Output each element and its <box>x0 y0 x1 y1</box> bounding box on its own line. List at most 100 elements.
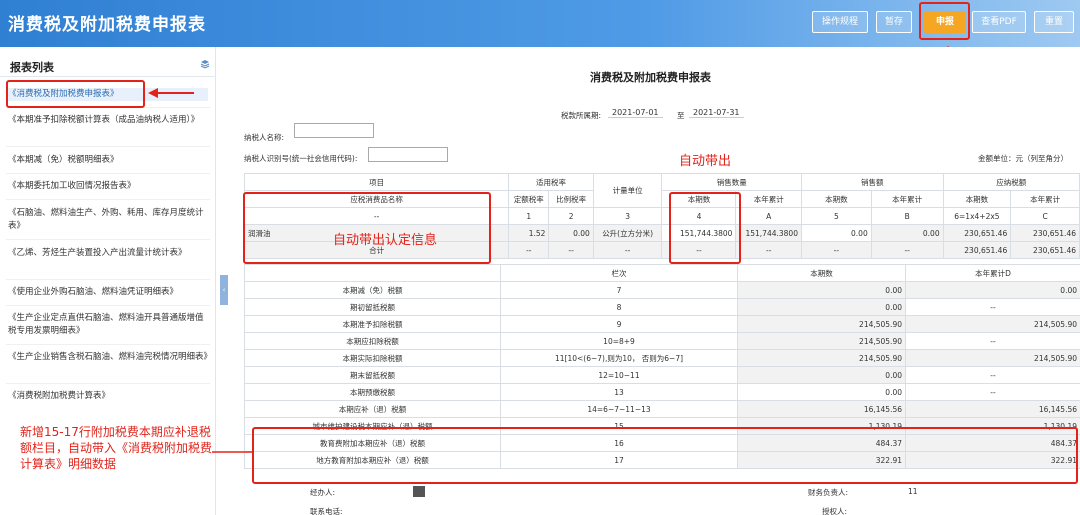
summary-row-index: 12=10−11 <box>500 366 738 384</box>
sidebar-item-direct-supply[interactable]: 《生产企业定点直供石脑油、燃料油开具普通版增值税专用发票明细表》 <box>8 312 208 338</box>
taxpayer-name-field[interactable] <box>294 123 374 138</box>
total-cell: -- <box>548 241 594 259</box>
finance-value[interactable]: 11 <box>908 487 918 496</box>
unit-cell: 公升(立方分米) <box>592 224 663 242</box>
col-index: B <box>870 207 944 225</box>
fixed-rate-cell: 1.52 <box>508 224 550 242</box>
summary-row-current: 0.00 <box>737 366 906 384</box>
col-index: 2 <box>548 207 594 225</box>
total-cell: -- <box>870 241 944 259</box>
total-cell: -- <box>735 241 802 259</box>
header-ratio-rate: 比例税率 <box>548 190 594 208</box>
header-qty-ytd: 本年累计 <box>735 190 802 208</box>
layers-icon[interactable] <box>200 59 210 69</box>
surcharge-rows-highlight-box <box>252 427 1078 484</box>
period-label: 税款所属期: <box>561 111 602 120</box>
summary-row-ytd: -- <box>905 383 1080 401</box>
summary-row-ytd: 16,145.56 <box>905 400 1080 418</box>
col-index: 5 <box>800 207 872 225</box>
sales-current-field[interactable]: 0.00 <box>800 224 872 242</box>
summary-row-label: 本期应扣除税额 <box>244 332 501 350</box>
sidebar-highlight-box <box>6 80 145 108</box>
col-index: A <box>735 207 802 225</box>
sidebar-item-naphtha-stats[interactable]: 《石脑油、燃料油生产、外购、耗用、库存月度统计表》 <box>8 207 208 233</box>
summary-row-index: 9 <box>500 315 738 333</box>
sidebar-item-exemption[interactable]: 《本期减（免）税额明细表》 <box>8 154 208 167</box>
sidebar-item-surcharge-calc[interactable]: 《消费税附加税费计算表》 <box>8 390 208 403</box>
annotation-new-rows: 新增15-17行附加税费本期应补退税额栏目，自动带入《消费税附加税费计算表》明细… <box>20 425 213 471</box>
guide-button[interactable]: 操作规程 <box>812 11 868 33</box>
col-index: C <box>1010 207 1080 225</box>
submit-highlight-box <box>919 2 970 40</box>
header-sales-current: 本期数 <box>800 190 872 208</box>
total-cell: -- <box>800 241 872 259</box>
annotation-auto-out: 自动带出 <box>679 154 732 169</box>
header-item: 项目 <box>243 173 510 191</box>
summary-header-ytd: 本年累计D <box>905 264 1080 282</box>
summary-row-current: 0.00 <box>737 298 906 316</box>
arrow-to-surcharge-rows-icon <box>212 451 252 453</box>
summary-row-index: 8 <box>500 298 738 316</box>
sales-ytd-cell: 0.00 <box>870 224 944 242</box>
header-quantity: 销售数量 <box>661 173 802 191</box>
summary-row-label: 期末留抵税额 <box>244 366 501 384</box>
summary-row-index: 10=8+9 <box>500 332 738 350</box>
agent-signature-field[interactable] <box>413 486 425 497</box>
summary-row-ytd: 0.00 <box>905 281 1080 299</box>
form-title: 消费税及附加税费申报表 <box>590 71 711 84</box>
reset-button[interactable]: 重置 <box>1034 11 1074 33</box>
taxpayer-name-label: 纳税人名称: <box>244 133 285 142</box>
summary-row-label: 本期实际扣除税额 <box>244 349 501 367</box>
col-index: 6=1x4+2x5 <box>942 207 1012 225</box>
period-separator: 至 <box>677 111 685 120</box>
view-pdf-button[interactable]: 查看PDF <box>972 11 1026 33</box>
summary-row-label: 本期预缴税额 <box>244 383 501 401</box>
summary-row-ytd: -- <box>905 298 1080 316</box>
summary-row-ytd: -- <box>905 366 1080 384</box>
sidebar-item-deduction-calc[interactable]: 《本期准予扣除税额计算表（成品油纳税人适用）》 <box>8 114 208 127</box>
qty-ytd-cell: 151,744.3800 <box>735 224 802 242</box>
phone-label: 联系电话: <box>310 507 343 515</box>
summary-row-current: 214,505.90 <box>737 349 906 367</box>
sidebar-item-ethylene-stats[interactable]: 《乙烯、芳烃生产装置投入产出流量计统计表》 <box>8 247 208 260</box>
summary-row-index: 11[10<(6−7),则为10， 否则为6−7] <box>500 349 738 367</box>
total-tax-ytd: 230,651.46 <box>1010 241 1080 259</box>
summary-row-index: 14=6−7−11−13 <box>500 400 738 418</box>
app-header: 消费税及附加税费申报表 操作规程 暂存 申报 查看PDF 重置 <box>0 0 1080 47</box>
header-sales: 销售额 <box>800 173 944 191</box>
summary-row-index: 13 <box>500 383 738 401</box>
summary-row-current-field[interactable]: 0.00 <box>737 383 906 401</box>
header-tax-ytd: 本年累计 <box>1010 190 1080 208</box>
taxpayer-id-label: 纳税人识别号(统一社会信用代码): <box>244 154 358 163</box>
tax-current-cell: 230,651.46 <box>942 224 1012 242</box>
summary-row-ytd: -- <box>905 332 1080 350</box>
sidebar-header: 报表列表 <box>0 55 216 77</box>
app-title: 消费税及附加税费申报表 <box>8 15 206 35</box>
header-tax-current: 本期数 <box>942 190 1012 208</box>
finance-label: 财务负责人: <box>808 488 849 497</box>
summary-row-current: 0.00 <box>737 281 906 299</box>
arrow-to-sidebar-item-icon <box>148 88 194 98</box>
sidebar-collapse-handle[interactable]: ‹ <box>220 275 228 305</box>
summary-row-current: 214,505.90 <box>737 332 906 350</box>
sidebar-item-entrusted-processing[interactable]: 《本期委托加工收回情况报告表》 <box>8 180 208 193</box>
summary-header-col: 栏次 <box>500 264 738 282</box>
product-highlight-box <box>243 192 491 264</box>
summary-row-label: 本期应补（退）税额 <box>244 400 501 418</box>
summary-row-ytd: 214,505.90 <box>905 349 1080 367</box>
header-rate: 适用税率 <box>508 173 594 191</box>
ratio-rate-cell: 0.00 <box>548 224 594 242</box>
summary-row-label: 期初留抵税额 <box>244 298 501 316</box>
sidebar-title: 报表列表 <box>10 61 54 74</box>
save-draft-button[interactable]: 暂存 <box>876 11 912 33</box>
period-end-field[interactable]: 2021-07-31 <box>689 108 744 118</box>
period-start-field[interactable]: 2021-07-01 <box>608 108 663 118</box>
summary-row-label: 本期准予扣除税额 <box>244 315 501 333</box>
header-unit: 计量单位 <box>592 173 663 208</box>
sidebar-item-purchase-vouchers[interactable]: 《使用企业外购石脑油、燃料油凭证明细表》 <box>8 286 208 299</box>
total-tax-current: 230,651.46 <box>942 241 1012 259</box>
taxpayer-id-field[interactable] <box>368 147 448 162</box>
sidebar-item-tax-paid-sales[interactable]: 《生产企业销售含税石脑油、燃料油完税情况明细表》 <box>8 351 212 364</box>
annotation-auto-info: 自动带出认定信息 <box>333 233 438 248</box>
summary-row-current: 16,145.56 <box>737 400 906 418</box>
